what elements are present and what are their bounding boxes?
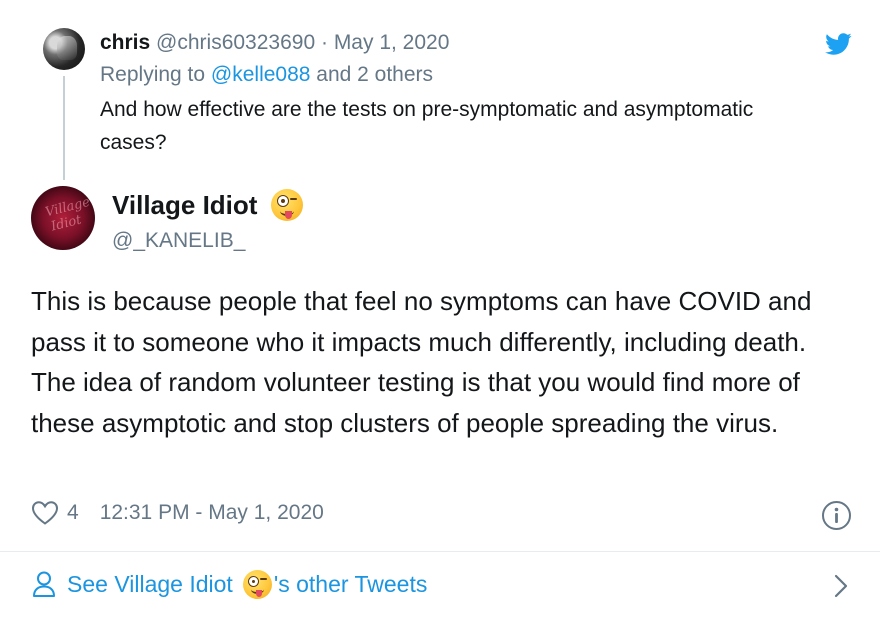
info-icon[interactable] — [821, 500, 852, 531]
zany-face-emoji-icon — [271, 189, 304, 221]
footer-link-prefix[interactable]: See Village Idiot — [67, 567, 233, 601]
twitter-bird-icon[interactable] — [822, 30, 854, 58]
parent-date[interactable]: May 1, 2020 — [334, 31, 450, 54]
parent-tweet-text: And how effective are the tests on pre-s… — [100, 98, 754, 154]
like-count[interactable]: 4 — [67, 499, 79, 527]
reply-target-link[interactable]: @kelle088 — [211, 63, 311, 86]
parent-tweet-header: chris @chris60323690 · May 1, 2020 — [100, 29, 449, 57]
heart-icon[interactable] — [31, 500, 59, 526]
replying-to-line: Replying to @kelle088 and 2 others — [100, 61, 433, 89]
main-avatar[interactable]: Village Idiot — [31, 186, 95, 250]
main-tweet-text: This is because people that feel no symp… — [31, 286, 812, 438]
tweet-meta-row: 4 12:31 PM - May 1, 2020 — [31, 499, 324, 527]
footer-link-suffix[interactable]: 's other Tweets — [274, 567, 428, 601]
thread-connector — [63, 76, 65, 180]
chevron-right-icon[interactable] — [832, 573, 850, 599]
footer-divider — [0, 551, 880, 552]
parent-handle[interactable]: @chris60323690 — [156, 31, 315, 54]
main-display-name[interactable]: Village Idiot — [112, 188, 257, 222]
zany-face-emoji-icon — [242, 569, 272, 599]
parent-avatar[interactable] — [43, 28, 85, 70]
main-handle[interactable]: @_KANELIB_ — [112, 227, 245, 255]
tweet-timestamp[interactable]: 12:31 PM - May 1, 2020 — [100, 499, 324, 527]
see-other-tweets-link[interactable]: See Village Idiot 's other Tweets — [31, 567, 427, 601]
main-name-row: Village Idiot — [112, 188, 304, 222]
parent-display-name[interactable]: chris — [100, 31, 150, 54]
user-icon — [33, 571, 55, 597]
reply-prefix: Replying to — [100, 63, 211, 86]
reply-suffix[interactable]: and 2 others — [310, 63, 433, 86]
header-separator: · — [315, 31, 334, 54]
